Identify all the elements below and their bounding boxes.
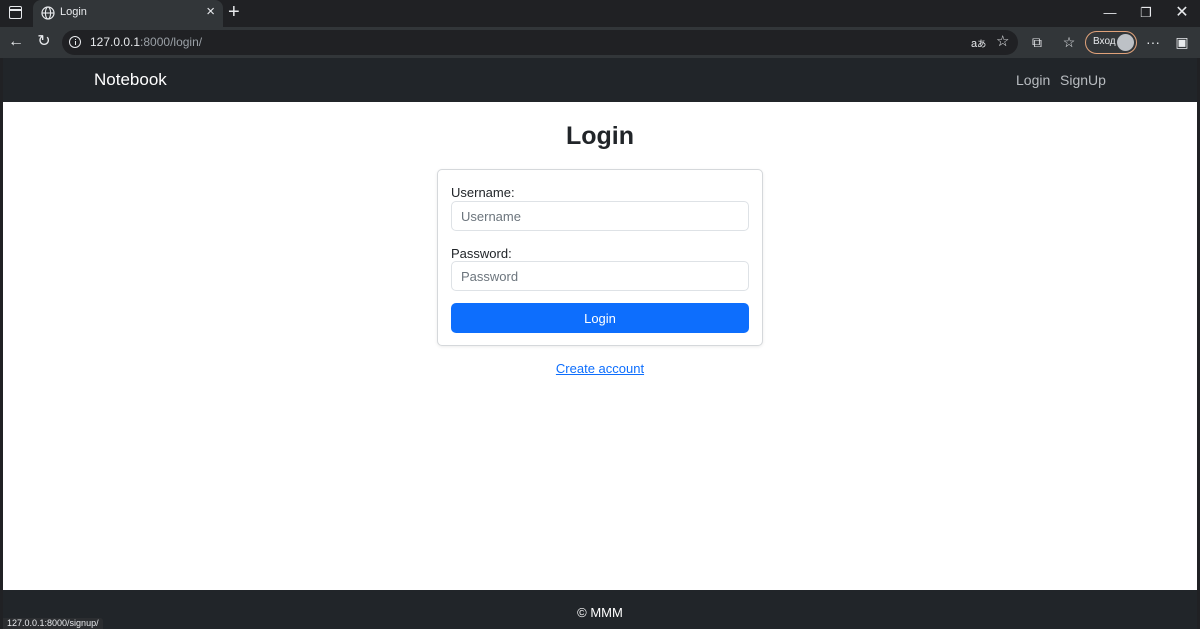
minimize-icon[interactable]: — [1097, 3, 1123, 23]
page-viewport: Notebook Login SignUp Login Username: Pa… [3, 58, 1197, 629]
back-icon[interactable]: ← [5, 32, 27, 54]
tab-actions-icon[interactable] [9, 6, 22, 19]
login-form-card: Username: Password: Login [437, 169, 763, 346]
nav-link-login[interactable]: Login [1016, 72, 1050, 88]
username-label: Username: [451, 185, 515, 200]
footer-copyright: © MMM [577, 605, 623, 620]
sidebar-icon[interactable]: ▣ [1172, 33, 1192, 51]
navbar-brand[interactable]: Notebook [94, 70, 167, 90]
password-input[interactable] [451, 261, 749, 291]
password-label: Password: [451, 246, 512, 261]
create-account-row: Create account [3, 361, 1197, 376]
url-text[interactable]: 127.0.0.1:8000/login/ [90, 35, 202, 49]
tab-title: Login [60, 6, 87, 18]
favorites-icon[interactable]: ☆ [1059, 33, 1079, 51]
translate-icon[interactable]: aあ [971, 36, 986, 50]
globe-icon [41, 6, 55, 20]
close-tab-icon[interactable]: × [206, 4, 215, 19]
navbar: Notebook Login SignUp [3, 58, 1197, 102]
favorite-star-icon[interactable]: ☆ [996, 32, 1009, 50]
more-menu-icon[interactable]: ··· [1143, 33, 1163, 51]
avatar-icon [1117, 34, 1134, 51]
login-button[interactable]: Login [451, 303, 749, 333]
new-tab-icon[interactable]: + [228, 1, 240, 23]
browser-tab[interactable]: Login × [33, 0, 223, 27]
close-window-icon[interactable]: ✕ [1169, 3, 1195, 23]
nav-link-signup[interactable]: SignUp [1060, 72, 1106, 88]
address-bar[interactable]: 127.0.0.1:8000/login/ aあ ☆ [62, 30, 1018, 55]
browser-tab-bar: Login × + — ❐ ✕ [0, 0, 1200, 27]
create-account-link[interactable]: Create account [556, 361, 644, 376]
signin-label: Вход [1093, 36, 1116, 47]
profile-signin-button[interactable]: Вход [1085, 31, 1137, 54]
status-bar-url: 127.0.0.1:8000/signup/ [3, 618, 103, 629]
reload-icon[interactable]: ↻ [33, 32, 55, 54]
page-title: Login [565, 122, 635, 150]
browser-toolbar: ← ↻ 127.0.0.1:8000/login/ aあ ☆ ⧉ ☆ Вход … [0, 27, 1200, 58]
site-info-icon[interactable] [69, 36, 81, 48]
extensions-icon[interactable]: ⧉ [1027, 33, 1047, 51]
username-input[interactable] [451, 201, 749, 231]
restore-icon[interactable]: ❐ [1133, 3, 1159, 23]
footer: © MMM [3, 590, 1197, 629]
